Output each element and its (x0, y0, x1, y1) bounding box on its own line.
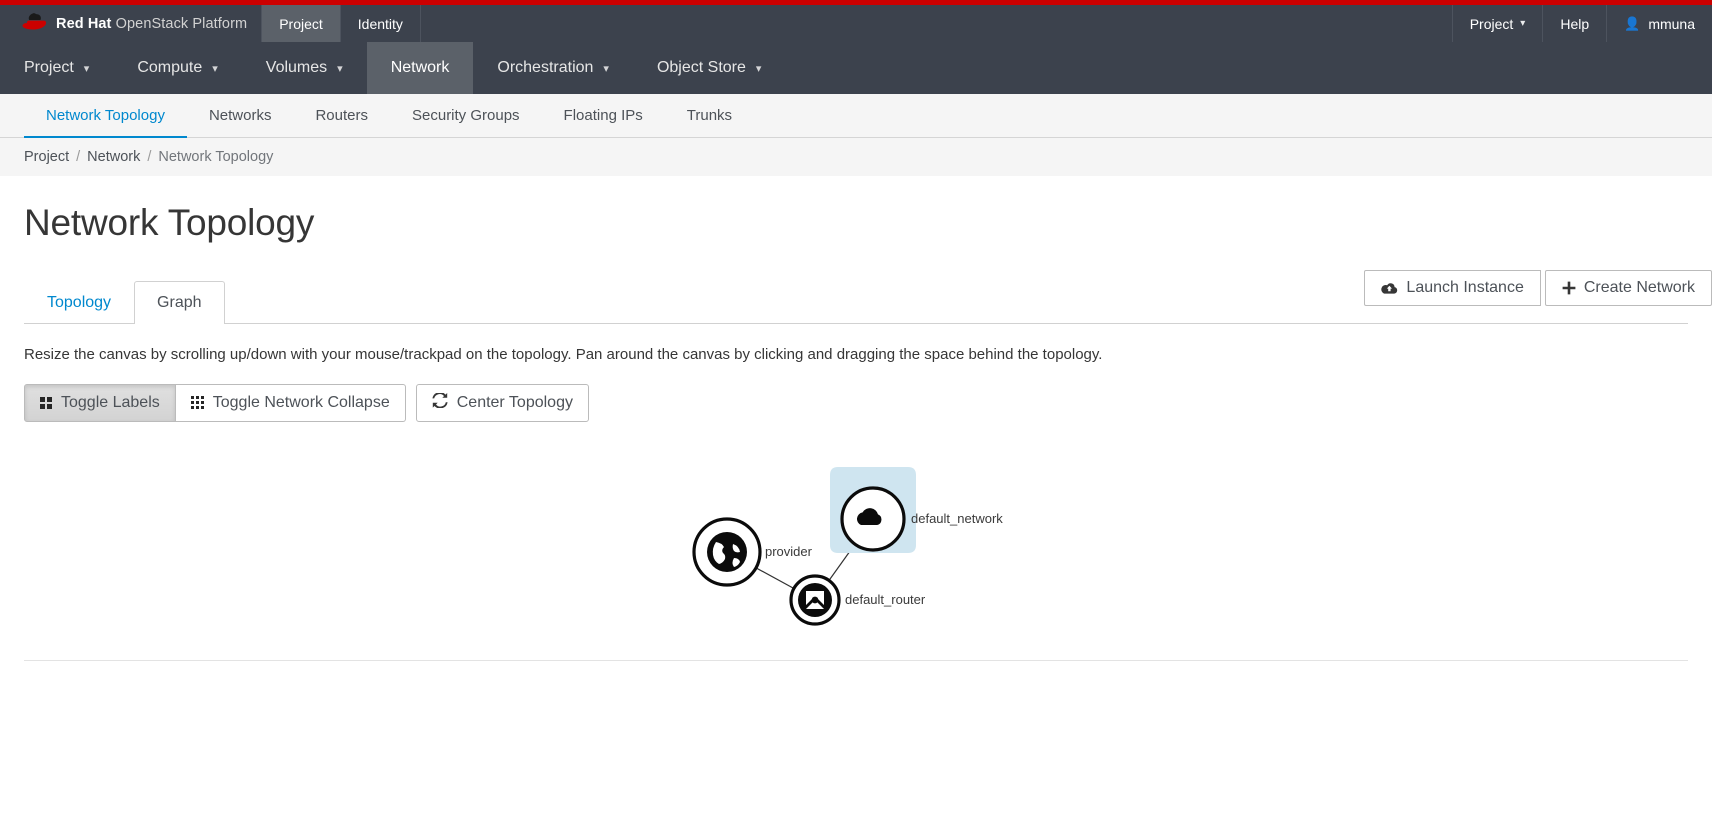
canvas-help-text: Resize the canvas by scrolling up/down w… (24, 346, 1103, 363)
nav-item-object-store-label: Object Store (656, 59, 746, 76)
breadcrumb-separator: / (76, 149, 81, 165)
subnav-item-floating-ips[interactable]: Floating IPs (542, 94, 665, 137)
tab-graph-label: Graph (157, 294, 202, 311)
subnav-item-security-groups[interactable]: Security Groups (390, 94, 542, 137)
breadcrumb-separator: / (147, 149, 152, 165)
nav-item-orchestration[interactable]: Orchestration ▾ (473, 42, 633, 94)
tab-topology-label: Topology (47, 293, 112, 311)
user-menu[interactable]: 👤 mmuna (1606, 5, 1712, 42)
chevron-down-icon: ▾ (83, 62, 90, 75)
launch-instance-button[interactable]: Launch Instance (1364, 270, 1541, 306)
subnav-item-routers[interactable]: Routers (293, 94, 390, 137)
red-hat-logo-icon (22, 12, 48, 35)
project-switcher[interactable]: Project ▾ (1451, 5, 1543, 42)
nav-item-network[interactable]: Network (366, 42, 474, 94)
subnav-item-networks-label: Networks (208, 107, 272, 124)
user-avatar-icon: 👤 (1624, 15, 1641, 31)
masthead: Red Hat OpenStack Platform Project Ident… (0, 5, 1712, 42)
brand-name-bold: Red Hat (56, 15, 112, 32)
default-router-group[interactable]: default_router (789, 573, 926, 626)
breadcrumb-item-network[interactable]: Network (87, 149, 140, 165)
plus-icon (1562, 281, 1576, 295)
nav-item-network-label: Network (390, 59, 450, 76)
topology-graph-svg[interactable]: default_network provider default_router (24, 436, 1688, 706)
grid-nine-icon (190, 396, 204, 409)
nav-item-project-label: Project (24, 59, 74, 76)
masthead-item-identity[interactable]: Identity (339, 5, 421, 42)
default-network-group[interactable]: default_network (830, 466, 1003, 553)
brand-text: Red Hat OpenStack Platform (56, 16, 247, 32)
toggle-labels-label: Toggle Labels (61, 393, 160, 411)
toggle-button-group: Toggle Labels Toggle Network Collapse (24, 383, 406, 422)
chevron-down-icon: ▾ (337, 62, 343, 75)
user-menu-label: mmuna (1648, 15, 1695, 32)
chevron-down-icon: ▾ (603, 62, 609, 75)
subnav-item-network-topology[interactable]: Network Topology (24, 94, 187, 138)
center-topology-button[interactable]: Center Topology (415, 383, 589, 422)
help-menu-label: Help (1560, 15, 1590, 32)
brand-logo[interactable]: Red Hat OpenStack Platform (0, 5, 261, 42)
masthead-nav: Project Identity (261, 5, 421, 42)
primary-navigation: Project ▾ Compute ▾ Volumes ▾ Network Or… (0, 42, 1712, 94)
subnav-item-networks[interactable]: Networks (187, 94, 294, 137)
page-title: Network Topology (24, 202, 315, 243)
masthead-item-identity-label: Identity (357, 15, 403, 32)
default-network-label: default_network (911, 511, 1003, 526)
create-network-label: Create Network (1583, 279, 1695, 296)
nav-item-compute-label: Compute (137, 59, 203, 76)
cloud-upload-icon (1381, 282, 1398, 295)
create-network-button[interactable]: Create Network (1544, 270, 1712, 306)
router-icon-center (811, 596, 819, 603)
breadcrumb: Project / Network / Network Topology (0, 138, 1712, 176)
toggle-labels-button[interactable]: Toggle Labels (24, 383, 176, 422)
launch-instance-label: Launch Instance (1406, 279, 1524, 296)
subnav-item-network-topology-label: Network Topology (46, 107, 165, 124)
default-router-label: default_router (845, 592, 926, 607)
subnav-item-trunks-label: Trunks (686, 107, 733, 124)
provider-network-label: provider (765, 544, 813, 559)
nav-item-volumes-label: Volumes (265, 59, 328, 76)
topology-canvas[interactable]: default_network provider default_router (24, 436, 1688, 706)
subnav-item-routers-label: Routers (315, 107, 368, 124)
secondary-navigation: Network Topology Networks Routers Securi… (0, 94, 1712, 138)
chevron-down-icon: ▾ (755, 62, 762, 75)
breadcrumb-item-project[interactable]: Project (24, 149, 69, 165)
toggle-network-collapse-label: Toggle Network Collapse (212, 393, 390, 411)
nav-item-volumes[interactable]: Volumes ▾ (242, 42, 367, 94)
topology-toolbar: Toggle Labels Toggle Network Collapse Ce… (24, 383, 1688, 422)
page-content: Network Topology Launch Instance Create … (0, 202, 1712, 706)
subnav-item-security-groups-label: Security Groups (412, 107, 520, 124)
toggle-network-collapse-button[interactable]: Toggle Network Collapse (175, 383, 406, 422)
center-topology-label: Center Topology (456, 393, 573, 411)
masthead-right: Project ▾ Help 👤 mmuna (1451, 5, 1712, 42)
provider-network-group[interactable]: provider (692, 516, 813, 587)
footer-divider (24, 659, 1688, 661)
breadcrumb-item-current: Network Topology (158, 149, 274, 165)
help-menu[interactable]: Help (1542, 5, 1606, 42)
refresh-icon (432, 391, 448, 413)
subnav-item-trunks[interactable]: Trunks (665, 94, 754, 137)
tab-topology[interactable]: Topology (24, 281, 134, 323)
nav-item-compute[interactable]: Compute ▾ (113, 42, 241, 94)
brand-name-light: OpenStack Platform (115, 15, 248, 32)
grid-four-icon (40, 396, 52, 409)
masthead-item-project-label: Project (279, 15, 323, 32)
tab-graph[interactable]: Graph (134, 281, 225, 324)
project-switcher-label: Project (1469, 15, 1514, 32)
masthead-item-project[interactable]: Project (261, 5, 340, 42)
nav-item-project[interactable]: Project ▾ (0, 42, 113, 94)
chevron-down-icon: ▾ (212, 62, 218, 75)
subnav-item-floating-ips-label: Floating IPs (563, 107, 643, 124)
chevron-down-icon: ▾ (1520, 18, 1526, 29)
nav-item-orchestration-label: Orchestration (497, 59, 594, 76)
page-actions: Launch Instance Create Network (1364, 270, 1712, 306)
nav-item-object-store[interactable]: Object Store ▾ (633, 42, 785, 94)
